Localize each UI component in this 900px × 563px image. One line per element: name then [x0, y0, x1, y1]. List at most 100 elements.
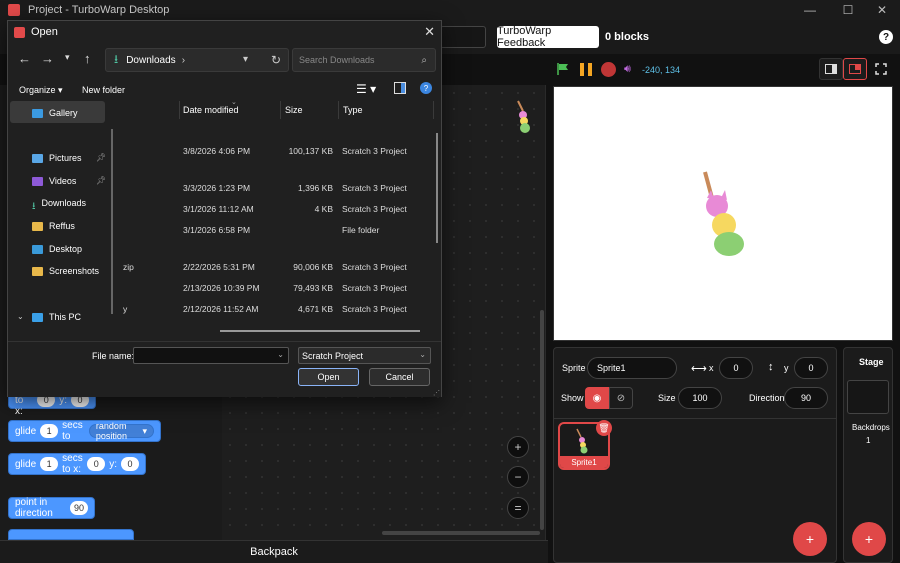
backpack-bar[interactable]: Backpack — [0, 540, 548, 563]
feedback-button[interactable]: TurboWarp Feedback — [497, 25, 599, 49]
pictures-icon — [32, 153, 43, 163]
file-list[interactable]: Date modified ⌄ Size Type 3/8/2026 4:06 … — [113, 101, 441, 339]
preview-pane-icon[interactable] — [394, 82, 406, 94]
x-input[interactable]: 0 — [719, 357, 753, 379]
resize-grip-icon[interactable]: ⋰ — [433, 389, 440, 397]
dialog-toolbar: Organize ▾ New folder ☰ ▾ ? — [8, 79, 441, 101]
delete-sprite-icon[interactable]: 🗑︎ — [596, 420, 612, 436]
help-icon[interactable]: ? — [420, 82, 432, 94]
dialog-close-icon[interactable]: ✕ — [424, 24, 435, 40]
point-direction-block[interactable]: point in direction 90 — [8, 497, 95, 519]
pause-bar-icon[interactable] — [588, 63, 592, 76]
code-vertical-scrollbar[interactable] — [540, 310, 544, 530]
glide-xy-block[interactable]: glide 1 secs to x: 0 y: 0 — [8, 453, 146, 475]
organize-button[interactable]: Organize ▾ — [19, 85, 63, 96]
y-input[interactable]: 0 — [794, 357, 828, 379]
new-folder-button[interactable]: New folder — [82, 85, 125, 95]
refresh-icon[interactable]: ↻ — [271, 53, 281, 67]
size-input[interactable]: 100 — [678, 387, 722, 409]
code-horizontal-scrollbar[interactable] — [382, 531, 540, 535]
column-separator — [338, 101, 339, 119]
zoom-reset-button[interactable]: = — [507, 497, 529, 519]
nav-item-gallery[interactable]: Gallery — [32, 108, 78, 118]
file-date: 2/12/2026 11:52 AM — [183, 304, 259, 314]
nav-item-reffus[interactable]: Reffus — [32, 221, 75, 231]
speaker-icon[interactable]: 🔊︎ — [624, 63, 631, 76]
recent-locations-chevron-icon[interactable]: ▾ — [65, 52, 70, 63]
file-date: 3/1/2026 6:58 PM — [183, 225, 251, 235]
pin-icon[interactable]: 📌︎ — [96, 153, 106, 162]
address-dropdown-icon[interactable]: ▾ — [243, 54, 248, 65]
zoom-out-button[interactable]: − — [507, 466, 529, 488]
this-pc-icon — [32, 312, 43, 322]
x-input[interactable]: 0 — [87, 457, 106, 471]
normal-stage-icon — [849, 64, 861, 74]
stage-canvas[interactable] — [553, 86, 893, 341]
help-icon[interactable]: ? — [879, 30, 893, 44]
show-visible-button[interactable]: ◉ — [585, 387, 609, 409]
zoom-in-button[interactable]: + — [507, 436, 529, 458]
file-list-vertical-scrollbar[interactable] — [436, 133, 438, 243]
maximize-button[interactable]: ☐ — [830, 0, 866, 20]
cancel-button[interactable]: Cancel — [369, 368, 430, 386]
add-backdrop-button[interactable]: + — [852, 522, 886, 556]
file-size: 4,671 KB — [298, 304, 333, 314]
fullscreen-button[interactable] — [869, 58, 893, 80]
block-text: glide — [15, 425, 37, 437]
nav-item-desktop[interactable]: Desktop — [32, 244, 82, 254]
project-title-input[interactable] — [440, 26, 486, 48]
y-input[interactable]: 0 — [121, 457, 139, 471]
close-window-button[interactable]: ✕ — [864, 0, 900, 20]
address-bar[interactable]: ⭳ Downloads › ▾ ↻ — [105, 48, 289, 72]
chevron-down-icon[interactable]: ⌄ — [277, 350, 284, 359]
column-header-type[interactable]: Type — [343, 105, 363, 115]
sprite-thumb-icon — [576, 428, 588, 454]
block-text: secs to x: — [62, 453, 83, 475]
file-name-input[interactable]: ⌄ — [133, 347, 289, 364]
secs-input[interactable]: 1 — [40, 424, 59, 438]
file-type: Scratch 3 Project — [342, 304, 407, 314]
view-options-icon[interactable]: ☰ ▾ — [356, 82, 376, 96]
back-arrow-icon[interactable]: ← — [18, 51, 31, 66]
stop-icon[interactable] — [601, 62, 616, 77]
file-type-select[interactable]: Scratch Project ⌄ — [298, 347, 431, 364]
file-type: File folder — [342, 225, 380, 235]
file-list-horizontal-scrollbar[interactable] — [220, 330, 420, 332]
nav-item-this-pc[interactable]: This PC — [32, 312, 81, 322]
secs-input[interactable]: 1 — [40, 457, 59, 471]
small-stage-button[interactable] — [819, 58, 843, 80]
column-header-date[interactable]: Date modified — [183, 105, 239, 115]
partial-block[interactable] — [8, 529, 134, 540]
search-input[interactable]: Search Downloads ⌕ — [292, 48, 436, 72]
direction-input[interactable]: 90 — [70, 501, 88, 515]
glide-random-block[interactable]: glide 1 secs to random position ▾ — [8, 420, 161, 442]
turbowarp-logo-icon — [8, 4, 20, 16]
nav-item-screenshots[interactable]: Screenshots — [32, 266, 99, 276]
normal-stage-button[interactable] — [843, 58, 867, 80]
nav-label: Pictures — [49, 153, 82, 163]
show-hidden-button[interactable]: ⊘ — [609, 387, 633, 409]
column-header-size[interactable]: Size — [285, 105, 303, 115]
minimize-button[interactable]: — — [792, 0, 828, 20]
stage-thumbnail[interactable] — [847, 380, 889, 414]
direction-input[interactable]: 90 — [784, 387, 828, 409]
address-segment[interactable]: Downloads — [126, 55, 175, 66]
up-arrow-icon[interactable]: ↑ — [84, 51, 91, 66]
green-flag-icon[interactable] — [556, 62, 570, 76]
nav-item-pictures[interactable]: Pictures — [32, 153, 82, 163]
pause-bar-icon[interactable] — [580, 63, 584, 76]
file-size: 90,006 KB — [293, 262, 333, 272]
sprite-name-input[interactable]: Sprite1 — [587, 357, 677, 379]
open-button[interactable]: Open — [298, 368, 359, 386]
nav-item-downloads[interactable]: ⭳ Downloads — [32, 198, 86, 212]
target-dropdown[interactable]: random position ▾ — [88, 421, 154, 441]
gallery-icon — [32, 108, 43, 118]
file-name: zip — [123, 262, 134, 272]
expand-chevron-icon[interactable]: ⌄ — [17, 312, 24, 321]
pin-icon[interactable]: 📌︎ — [96, 176, 106, 185]
nav-item-videos[interactable]: Videos — [32, 176, 76, 186]
add-sprite-button[interactable]: + — [793, 522, 827, 556]
block-text: y: — [109, 458, 117, 470]
forward-arrow-icon[interactable]: → — [41, 51, 54, 66]
block-text: glide — [15, 458, 37, 470]
